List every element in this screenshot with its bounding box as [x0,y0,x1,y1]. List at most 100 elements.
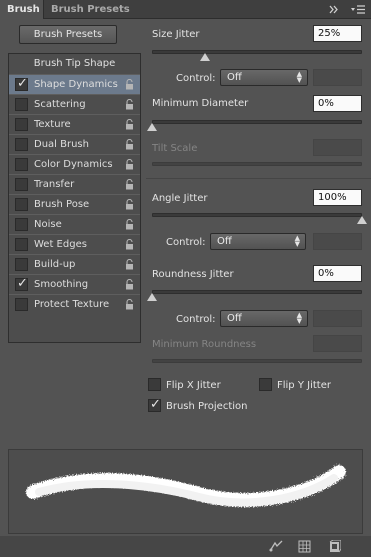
brush-option-noise[interactable]: Noise [9,214,140,234]
option-label: Wet Edges [34,239,87,250]
brush-projection-label: Brush Projection [166,401,248,412]
brush-option-texture[interactable]: Texture [9,114,140,134]
size-control-value: Off [227,72,242,83]
option-checkbox[interactable] [15,258,28,271]
lock-icon[interactable] [125,78,134,90]
option-checkbox[interactable] [15,118,28,131]
angle-jitter-value[interactable]: 100% [313,189,362,206]
option-label: Scattering [34,99,86,110]
brush-option-brush-pose[interactable]: Brush Pose [9,194,140,214]
minimum-roundness-slider-track [152,359,362,363]
flip-y-label: Flip Y Jitter [277,380,331,391]
double-chevron-right-icon[interactable] [329,3,340,16]
lock-icon[interactable] [125,298,134,310]
option-checkbox[interactable] [15,158,28,171]
lock-icon[interactable] [125,238,134,250]
roundness-jitter-slider-thumb[interactable] [147,293,157,301]
checkmark-icon: ✓ [150,397,161,412]
tilt-scale-slider-track [152,162,362,166]
minimum-roundness-label: Minimum Roundness [152,339,257,350]
tab-brush-presets[interactable]: Brush Presets [44,0,137,19]
brush-stroke-preview [8,449,363,534]
option-checkbox[interactable] [15,198,28,211]
lock-icon[interactable] [125,278,134,290]
dropdown-arrows-icon: ▲ ▼ [296,70,302,84]
roundness-jitter-label: Roundness Jitter [152,269,234,280]
dropdown-arrows-icon: ▲ ▼ [294,234,300,248]
option-checkbox[interactable]: ✓ [15,76,28,91]
checkmark-icon: ✓ [17,276,28,291]
size-jitter-slider-thumb[interactable] [199,53,210,61]
size-jitter-label: Size Jitter [152,29,200,40]
option-checkbox[interactable]: ✓ [15,276,28,291]
option-label: Build-up [34,259,76,270]
lock-icon[interactable] [125,178,134,190]
toggle-live-tip-icon[interactable] [268,540,284,556]
panel-tab-bar: Brush Brush Presets [0,0,371,19]
panel-footer [0,536,371,557]
angle-control-select[interactable]: Off ▲ ▼ [210,233,306,250]
lock-icon[interactable] [125,158,134,170]
brush-option-shape-dynamics[interactable]: ✓ Shape Dynamics [9,74,140,94]
option-label: Color Dynamics [34,159,113,170]
dropdown-arrows-icon: ▲ ▼ [296,311,302,325]
brush-option-scattering[interactable]: Scattering [9,94,140,114]
lock-icon[interactable] [125,218,134,230]
angle-jitter-slider-track[interactable] [152,213,362,217]
option-checkbox[interactable] [15,138,28,151]
checkmark-icon: ✓ [17,76,28,91]
brush-editor-grid-icon[interactable] [298,540,311,556]
minimum-diameter-value[interactable]: 0% [313,95,362,112]
option-checkbox[interactable] [15,218,28,231]
roundness-jitter-value[interactable]: 0% [313,265,362,282]
angle-control-value: Off [217,236,232,247]
size-jitter-slider-track[interactable] [152,50,362,54]
flip-y-checkbox[interactable] [259,378,272,391]
panel-menu-icon[interactable] [350,3,366,16]
minimum-diameter-slider-thumb[interactable] [147,123,157,131]
option-label: Smoothing [34,279,89,290]
roundness-control-value: Off [227,313,242,324]
brush-tip-shape-item[interactable]: Brush Tip Shape [9,54,140,74]
size-control-select[interactable]: Off ▲ ▼ [220,69,308,86]
brush-option-protect-texture[interactable]: Protect Texture [9,294,140,314]
tilt-scale-field [313,139,362,156]
flip-x-checkbox[interactable] [148,378,161,391]
option-label: Transfer [34,179,75,190]
tab-brush[interactable]: Brush [0,0,44,19]
angle-control-field [313,233,362,250]
brush-option-build-up[interactable]: Build-up [9,254,140,274]
angle-control-label: Control: [166,237,206,248]
angle-jitter-slider-thumb[interactable] [357,216,367,224]
brush-option-smoothing[interactable]: ✓ Smoothing [9,274,140,294]
brush-option-wet-edges[interactable]: Wet Edges [9,234,140,254]
lock-icon[interactable] [125,98,134,110]
flip-x-label: Flip X Jitter [166,380,221,391]
brush-option-dual-brush[interactable]: Dual Brush [9,134,140,154]
roundness-jitter-slider-track[interactable] [152,290,362,294]
roundness-control-select[interactable]: Off ▲ ▼ [220,310,308,327]
size-control-label: Control: [176,73,216,84]
option-checkbox[interactable] [15,238,28,251]
brush-projection-checkbox[interactable]: ✓ [148,397,161,412]
brush-option-color-dynamics[interactable]: Color Dynamics [9,154,140,174]
option-label: Noise [34,219,62,230]
lock-icon[interactable] [125,138,134,150]
option-checkbox[interactable] [15,98,28,111]
size-control-field [313,69,362,86]
option-checkbox[interactable] [15,178,28,191]
new-brush-icon[interactable] [328,539,342,556]
section-divider [146,178,371,179]
lock-icon[interactable] [125,258,134,270]
brush-option-transfer[interactable]: Transfer [9,174,140,194]
option-label: Shape Dynamics [34,79,118,90]
lock-icon[interactable] [125,118,134,130]
option-label: Dual Brush [34,139,89,150]
option-checkbox[interactable] [15,298,28,311]
roundness-control-label: Control: [176,314,216,325]
minimum-diameter-slider-track[interactable] [152,120,362,124]
size-jitter-value[interactable]: 25% [313,25,362,42]
lock-icon[interactable] [125,198,134,210]
roundness-control-field [313,310,362,327]
brush-presets-button[interactable]: Brush Presets [19,25,117,44]
